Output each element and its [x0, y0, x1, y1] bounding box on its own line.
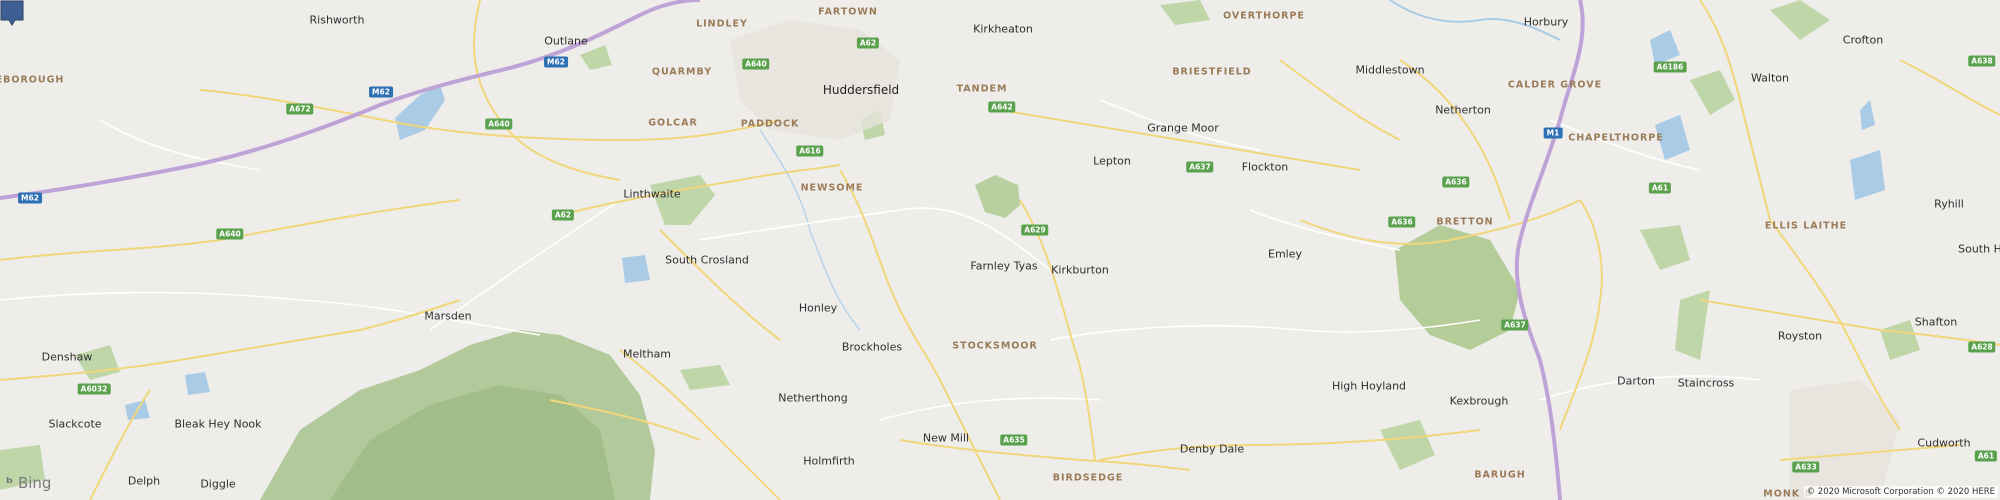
- place-label: ELLIS LAITHE: [1764, 220, 1848, 232]
- place-label: South Crosland: [665, 253, 749, 267]
- road-shield: A642: [988, 101, 1016, 113]
- place-label: Walton: [1751, 71, 1789, 85]
- woodland: [975, 175, 1020, 218]
- place-label: Brockholes: [841, 340, 903, 354]
- place-label: Netherton: [1435, 103, 1491, 117]
- map-background: [0, 0, 2000, 500]
- place-label: FARTOWN: [818, 6, 878, 18]
- place-label: Linthwaite: [623, 187, 681, 201]
- place-label: Honley: [798, 301, 838, 315]
- place-label: Denshaw: [41, 350, 93, 364]
- place-label: Middlestown: [1355, 63, 1425, 77]
- place-label: Kexbrough: [1449, 394, 1509, 408]
- place-label: QUARMBY: [651, 66, 713, 78]
- place-label: NEWSOME: [800, 182, 864, 194]
- road-shield: A640: [742, 58, 770, 70]
- place-label: Diggle: [200, 477, 236, 491]
- map-canvas[interactable]: Rishworth Outlane LINDLEY FARTOWN Kirkheaton…: [0, 0, 2000, 500]
- place-label: EBOROUGH: [0, 74, 65, 86]
- place-label: BRETTON: [1436, 216, 1494, 228]
- place-label: Bleak Hey Nook: [174, 417, 262, 431]
- place-label: Farnley Tyas: [970, 259, 1038, 273]
- place-label: Darton: [1617, 374, 1655, 388]
- place-label: Huddersfield: [822, 83, 900, 97]
- place-label: GOLCAR: [648, 117, 698, 129]
- place-label: High Hoyland: [1331, 379, 1407, 393]
- copyright-notice: © 2020 Microsoft Corporation © 2020 HERE: [1803, 486, 1998, 498]
- road-shield: A672: [286, 103, 314, 115]
- place-label: Royston: [1777, 329, 1823, 343]
- place-label: Crofton: [1842, 33, 1884, 47]
- place-label: Outlane: [544, 34, 588, 48]
- place-label: Netherthong: [778, 391, 848, 405]
- bing-logo-mark: ᵇ: [6, 474, 14, 492]
- m1-motorway: [1514, 0, 1585, 500]
- road-shield: A640: [485, 118, 513, 130]
- place-label: Staincross: [1677, 376, 1735, 390]
- road-shield: M62: [544, 56, 568, 68]
- road-shield: A637: [1501, 319, 1529, 331]
- place-label: OVERTHORPE: [1223, 10, 1305, 22]
- place-label: Grange Moor: [1147, 121, 1219, 135]
- road-shield: A638: [1968, 55, 1996, 67]
- road-shield: M62: [18, 192, 42, 204]
- road-shield: A633: [1792, 461, 1820, 473]
- road-shield: A6032: [77, 383, 111, 395]
- place-label: BIRDSEDGE: [1052, 472, 1124, 484]
- road-shield: A635: [1000, 434, 1028, 446]
- place-label: Kirkburton: [1051, 263, 1109, 277]
- place-label: Kirkheaton: [973, 22, 1033, 36]
- place-label: Cudworth: [1917, 436, 1971, 450]
- place-label: Horbury: [1523, 15, 1569, 29]
- place-label: Ryhill: [1934, 197, 1964, 211]
- bing-logo: ᵇ Bing: [6, 474, 51, 492]
- road-shield: A637: [1186, 161, 1214, 173]
- road-shield: A61: [1974, 450, 1998, 462]
- m62-motorway: [0, 0, 701, 200]
- place-label: Rishworth: [309, 13, 365, 27]
- road-shield: A62: [551, 209, 575, 221]
- place-label: Shafton: [1914, 315, 1958, 329]
- road-shield: A628: [1968, 341, 1996, 353]
- place-label: Marsden: [424, 309, 472, 323]
- place-label: CALDER GROVE: [1507, 79, 1603, 91]
- road-shield: A640: [216, 228, 244, 240]
- road-shield: A636: [1388, 216, 1416, 228]
- place-label: TANDEM: [956, 83, 1008, 95]
- place-label: BARUGH: [1474, 469, 1526, 481]
- road-shield: M62: [369, 86, 393, 98]
- road-shield: A636: [1442, 176, 1470, 188]
- place-label: Delph: [127, 474, 161, 488]
- place-label: Meltham: [622, 347, 672, 361]
- place-label: Holmfirth: [803, 454, 855, 468]
- road-shield: A6186: [1653, 61, 1687, 73]
- place-label: Flockton: [1241, 160, 1289, 174]
- place-label: BRIESTFIELD: [1172, 66, 1252, 78]
- place-label: CHAPELTHORPE: [1568, 132, 1664, 144]
- place-label: Lepton: [1093, 154, 1131, 168]
- road-shield: A616: [796, 145, 824, 157]
- place-label: Denby Dale: [1179, 442, 1245, 456]
- place-label: PADDOCK: [740, 118, 800, 130]
- place-label: South H: [1958, 242, 2000, 256]
- location-pin-icon[interactable]: [0, 0, 24, 26]
- bing-logo-text: Bing: [17, 474, 52, 492]
- road-shield: A62: [856, 37, 880, 49]
- road-shield: M1: [1543, 127, 1563, 139]
- place-label: STOCKSMOOR: [952, 340, 1038, 352]
- place-label: LINDLEY: [696, 18, 748, 30]
- place-label: Slackcote: [48, 417, 102, 431]
- place-label: Emley: [1268, 247, 1302, 261]
- road-shield: A629: [1021, 224, 1049, 236]
- place-label: New Mill: [922, 431, 970, 445]
- road-shield: A61: [1648, 182, 1672, 194]
